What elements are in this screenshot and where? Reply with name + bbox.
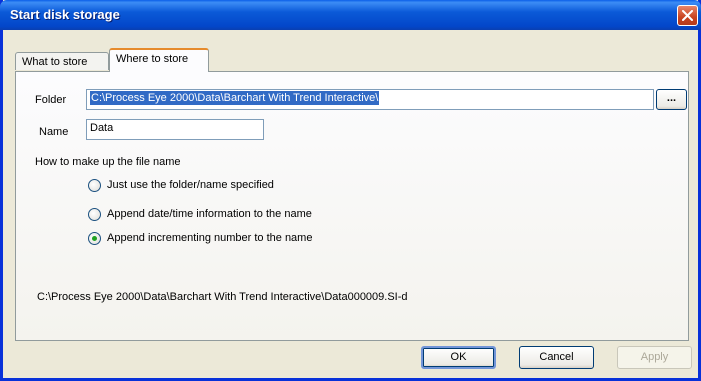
cancel-button-label: Cancel xyxy=(539,351,574,363)
radio-dot-icon xyxy=(92,236,97,241)
radio-button-selected[interactable] xyxy=(88,232,101,245)
folder-value: C:\Process Eye 2000\Data\Barchart With T… xyxy=(90,91,380,105)
ok-button-label: OK xyxy=(450,351,467,363)
tab-panel: Folder C:\Process Eye 2000\Data\Barchart… xyxy=(15,71,689,341)
radio-button[interactable] xyxy=(88,179,101,192)
name-value: Data xyxy=(90,122,114,134)
option-folder-name[interactable]: Just use the folder/name specified xyxy=(88,179,328,193)
cancel-button[interactable]: Cancel xyxy=(519,346,594,369)
close-button[interactable] xyxy=(677,5,698,26)
browse-button[interactable]: ... xyxy=(656,89,687,110)
filename-section-label: How to make up the file name xyxy=(35,156,181,168)
folder-label: Folder xyxy=(35,94,67,106)
tab-where-to-store[interactable]: Where to store xyxy=(109,48,209,72)
window-title: Start disk storage xyxy=(10,7,120,22)
apply-button-label: Apply xyxy=(640,351,669,363)
close-icon xyxy=(682,10,693,21)
file-path-preview: C:\Process Eye 2000\Data\Barchart With T… xyxy=(37,291,408,303)
dialog-window: Start disk storage What to store Where t… xyxy=(0,0,701,381)
tab-label: Where to store xyxy=(116,53,189,65)
option-append-datetime[interactable]: Append date/time information to the name xyxy=(88,208,358,222)
name-label: Name xyxy=(39,126,69,138)
option-label: Append date/time information to the name xyxy=(107,208,312,220)
apply-button[interactable]: Apply xyxy=(617,346,692,369)
tab-label: What to store xyxy=(22,56,88,68)
ok-button[interactable]: OK xyxy=(421,346,496,369)
radio-button[interactable] xyxy=(88,208,101,221)
tab-what-to-store[interactable]: What to store xyxy=(15,52,109,70)
option-append-number[interactable]: Append incrementing number to the name xyxy=(88,232,358,246)
title-bar[interactable]: Start disk storage xyxy=(0,0,701,30)
browse-button-label: ... xyxy=(666,92,677,104)
option-label: Append incrementing number to the name xyxy=(107,232,313,244)
option-label: Just use the folder/name specified xyxy=(107,179,274,191)
name-field[interactable]: Data xyxy=(86,119,264,140)
folder-field[interactable]: C:\Process Eye 2000\Data\Barchart With T… xyxy=(86,89,654,110)
